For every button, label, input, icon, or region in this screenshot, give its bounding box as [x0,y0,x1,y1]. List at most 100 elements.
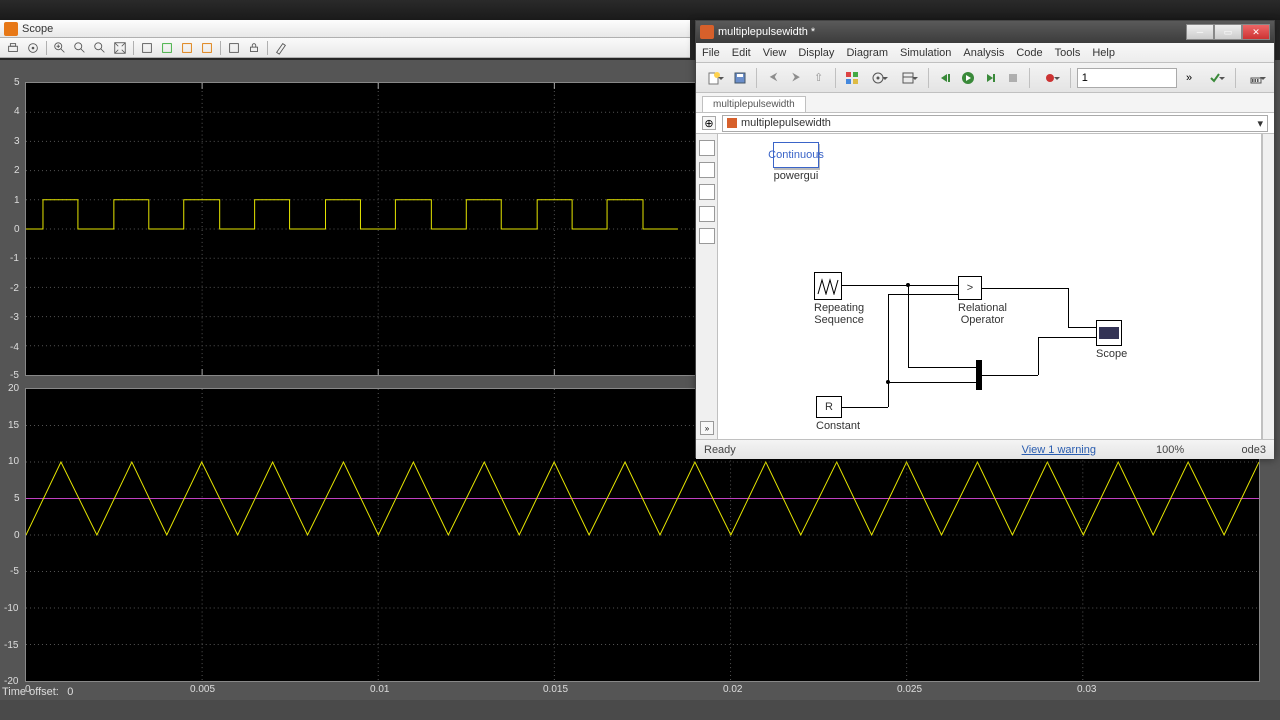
simulink-tabbar: multiplepulsewidth [696,93,1274,113]
model-icon [727,118,737,128]
float-icon[interactable] [178,40,196,56]
model-explorer-button[interactable] [894,67,922,89]
palette-expand-icon[interactable]: » [700,421,714,435]
menu-file[interactable]: File [702,47,720,59]
minimize-button[interactable]: ─ [1186,24,1214,40]
scope-title-text: Scope [22,23,53,35]
separator [1029,68,1030,88]
highlight-icon[interactable] [272,40,290,56]
block-repeating-sequence[interactable]: Repeating Sequence [814,272,864,326]
step-forward-button[interactable] [980,67,1001,89]
simulink-pathbar: ⊕ multiplepulsewidth ▾ [696,113,1274,134]
print-icon[interactable] [4,40,22,56]
image-tool-icon[interactable] [699,206,715,222]
block-powergui[interactable]: Continuous powergui [773,142,819,182]
scope-toolbar [0,38,690,58]
status-solver: ode3 [1216,444,1266,456]
annotation-tool-icon[interactable] [699,184,715,200]
signal-select-icon[interactable] [225,40,243,56]
signal-line [888,294,889,407]
scope-titlebar[interactable]: Scope [0,20,690,38]
library-browser-button[interactable] [842,67,863,89]
record-button[interactable] [1036,67,1064,89]
menu-display[interactable]: Display [798,47,834,59]
simulink-body: » Continuous powergui Repeating Sequence… [696,134,1274,439]
simulink-canvas[interactable]: Continuous powergui Repeating Sequence R… [718,134,1262,439]
menu-help[interactable]: Help [1092,47,1115,59]
signal-line [908,367,976,368]
signal-line [842,407,888,408]
back-button[interactable]: ⮜ [763,67,784,89]
autoscale-icon[interactable] [111,40,129,56]
signal-line [1068,288,1069,327]
step-back-button[interactable] [935,67,956,89]
menu-analysis[interactable]: Analysis [963,47,1004,59]
forward-button[interactable]: ⮞ [786,67,807,89]
separator [928,68,929,88]
checkmark-button[interactable] [1201,67,1229,89]
simulink-menubar: File Edit View Display Diagram Simulatio… [696,43,1274,63]
zoom-in-icon[interactable] [51,40,69,56]
menu-view[interactable]: View [763,47,787,59]
separator [835,68,836,88]
zoom-y-icon[interactable] [91,40,109,56]
block-constant[interactable]: R Constant [816,396,860,432]
menu-simulation[interactable]: Simulation [900,47,951,59]
separator [133,41,134,55]
status-warning-link[interactable]: View 1 warning [1022,444,1096,456]
restore-config-icon[interactable] [158,40,176,56]
up-button[interactable]: ⇧ [808,67,829,89]
block-relational-operator[interactable]: > Relational Operator [958,276,1007,326]
simulink-titlebar[interactable]: multiplepulsewidth * ─ ▭ ✕ [696,21,1274,43]
maximize-button[interactable]: ▭ [1214,24,1242,40]
zoom-tool-icon[interactable] [699,140,715,156]
signal-line [1038,337,1039,375]
config-button[interactable] [864,67,892,89]
window-buttons: ─ ▭ ✕ [1186,24,1270,40]
link-icon[interactable] [245,40,263,56]
separator [1070,68,1071,88]
new-model-button[interactable] [700,67,728,89]
fit-tool-icon[interactable] [699,162,715,178]
simulink-toolbar: ⮜ ⮞ ⇧ » [696,63,1274,93]
signal-line [888,294,958,295]
stop-button[interactable] [1002,67,1023,89]
time-offset: Time offset: 0 [2,686,73,698]
nav-left-icon[interactable]: ⊕ [702,116,716,130]
separator [1235,68,1236,88]
stop-time-input[interactable] [1077,68,1177,88]
lock-axes-icon[interactable] [198,40,216,56]
signal-line [888,382,976,383]
status-ready: Ready [704,444,736,456]
fast-restart-button[interactable]: » [1179,67,1200,89]
menu-diagram[interactable]: Diagram [846,47,888,59]
close-button[interactable]: ✕ [1242,24,1270,40]
simulink-app-icon [700,25,714,39]
block-scope[interactable]: Scope [1096,320,1127,360]
menu-code[interactable]: Code [1016,47,1042,59]
simulink-title-text: multiplepulsewidth * [718,26,815,38]
canvas-palette: » [696,134,718,439]
run-button[interactable] [957,67,978,89]
background-strip [0,0,1280,20]
build-button[interactable] [1242,67,1270,89]
model-path-input[interactable]: multiplepulsewidth ▾ [722,115,1268,132]
separator [220,41,221,55]
zoom-x-icon[interactable] [71,40,89,56]
scope-app-icon [4,22,18,36]
simulink-window: multiplepulsewidth * ─ ▭ ✕ File Edit Vie… [695,20,1275,458]
simulink-statusbar: Ready View 1 warning 100% ode3 [696,439,1274,459]
signal-line [982,375,1038,376]
save-button[interactable] [730,67,751,89]
menu-edit[interactable]: Edit [732,47,751,59]
signal-line [908,285,909,367]
parameters-icon[interactable] [24,40,42,56]
area-tool-icon[interactable] [699,228,715,244]
path-dropdown-icon[interactable]: ▾ [1257,117,1263,130]
separator [267,41,268,55]
menu-tools[interactable]: Tools [1055,47,1081,59]
canvas-scrollbar[interactable] [1262,134,1274,439]
model-tab[interactable]: multiplepulsewidth [702,96,806,112]
save-config-icon[interactable] [138,40,156,56]
signal-line [1068,327,1096,328]
